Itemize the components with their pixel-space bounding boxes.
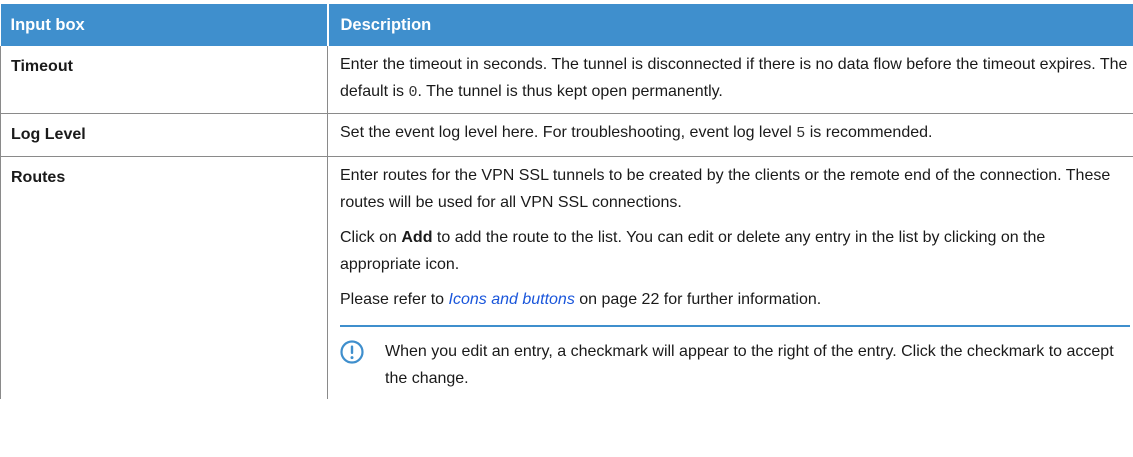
table-row-routes: Routes Enter routes for the VPN SSL tunn… — [0, 156, 1133, 400]
default-value-code: 0 — [408, 84, 418, 101]
row-key-log-level: Log Level — [0, 113, 328, 157]
row-key-timeout: Timeout — [0, 46, 328, 114]
desc-text: to add the route to the list. You can ed… — [340, 229, 1046, 273]
table-row-timeout: Timeout Enter the timeout in seconds. Th… — [0, 46, 1133, 114]
note-box: When you edit an entry, a checkmark will… — [340, 325, 1130, 392]
desc-text: Please refer to — [340, 291, 449, 308]
routes-paragraph-2: Click on Add to add the route to the lis… — [340, 224, 1130, 278]
table-row-log-level: Log Level Set the event log level here. … — [0, 113, 1133, 157]
icons-and-buttons-link[interactable]: Icons and buttons — [449, 291, 575, 308]
desc-text: Click on — [340, 229, 402, 246]
document-page: Input box Description Timeout Enter the … — [0, 0, 1133, 457]
note-text: When you edit an entry, a checkmark will… — [385, 343, 1114, 387]
desc-text: . The tunnel is thus kept open permanent… — [417, 83, 723, 100]
exclamation-circle-icon — [340, 338, 385, 373]
desc-text: on page 22 for further information. — [574, 291, 822, 308]
desc-text: is recommended. — [805, 124, 933, 141]
row-desc-log-level: Set the event log level here. For troubl… — [327, 113, 1133, 157]
routes-paragraph-1: Enter routes for the VPN SSL tunnels to … — [340, 167, 1111, 211]
row-desc-timeout: Enter the timeout in seconds. The tunnel… — [327, 46, 1133, 114]
routes-paragraph-3: Please refer to Icons and buttons on pag… — [340, 286, 1130, 313]
add-keyword: Add — [401, 229, 433, 246]
row-desc-routes: Enter routes for the VPN SSL tunnels to … — [328, 157, 1133, 400]
log-level-code: 5 — [796, 125, 806, 142]
column-header-description: Description — [327, 4, 1133, 46]
table-header-row: Input box Description — [0, 4, 1133, 46]
desc-text: Set the event log level here. For troubl… — [340, 124, 797, 141]
row-key-routes: Routes — [0, 156, 328, 399]
settings-table: Input box Description Timeout Enter the … — [0, 4, 1133, 399]
column-header-input-box: Input box — [0, 4, 329, 46]
